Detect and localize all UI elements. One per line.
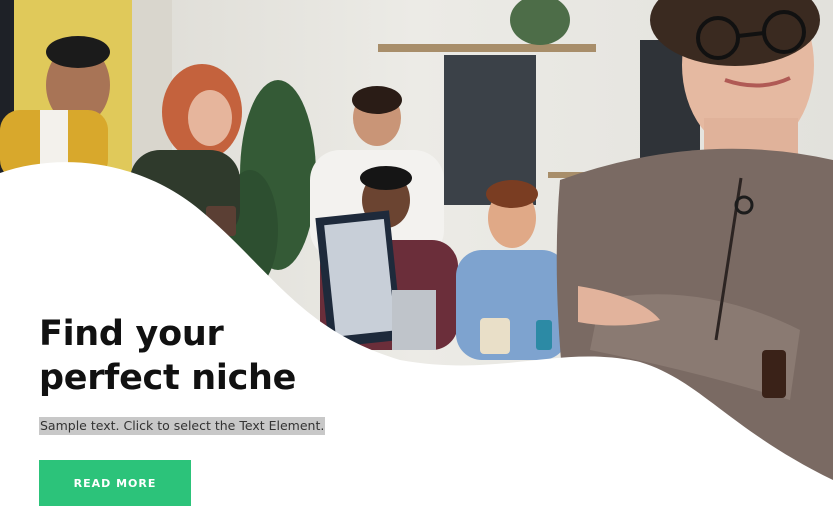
read-more-button[interactable]: READ MORE <box>39 460 191 506</box>
hero-headline: Find your perfect niche <box>39 312 359 400</box>
headline-line-1: Find your <box>39 314 224 354</box>
sample-text-element[interactable]: Sample text. Click to select the Text El… <box>39 417 326 435</box>
hero-section: Find your perfect niche Sample text. Cli… <box>0 0 833 508</box>
headline-line-2: perfect niche <box>39 358 297 398</box>
